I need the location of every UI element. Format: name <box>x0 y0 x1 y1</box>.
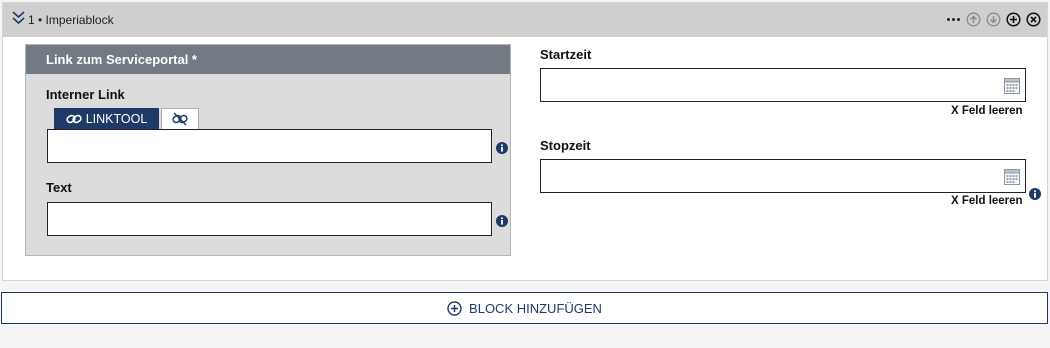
remove-icon[interactable] <box>1026 12 1041 27</box>
imperia-block: 1 • Imperiablock Link zum Serviceportal … <box>2 2 1048 281</box>
text-input[interactable] <box>47 202 492 236</box>
stop-time-label: Stopzeit <box>540 138 591 153</box>
add-block-label: BLOCK HINZUFÜGEN <box>469 300 602 316</box>
link-tabs: LINKTOOL <box>54 108 199 129</box>
more-icon[interactable] <box>946 12 961 27</box>
link-icon <box>66 114 82 123</box>
info-icon[interactable] <box>496 215 508 227</box>
tab-linktool-label: LINKTOOL <box>85 111 148 126</box>
text-label: Text <box>46 180 72 195</box>
tab-linktool[interactable]: LINKTOOL <box>54 108 159 129</box>
internal-link-input[interactable] <box>47 129 492 163</box>
calendar-icon[interactable] <box>1004 168 1020 185</box>
clear-stop-link[interactable]: X Feld leeren <box>951 195 1023 207</box>
add-block-button[interactable]: BLOCK HINZUFÜGEN <box>1 292 1048 324</box>
serviceportal-link-group: Link zum Serviceportal * Interner Link L… <box>25 44 511 256</box>
block-header: 1 • Imperiablock <box>3 3 1047 37</box>
internal-link-label: Interner Link <box>46 87 125 102</box>
collapse-chevron-icon[interactable] <box>12 11 25 25</box>
move-up-icon[interactable] <box>966 12 981 27</box>
move-down-icon[interactable] <box>986 12 1001 27</box>
add-icon[interactable] <box>1006 12 1021 27</box>
block-title: 1 • Imperiablock <box>28 13 114 27</box>
tab-unlink[interactable] <box>161 108 199 129</box>
stop-time-input[interactable] <box>540 159 1026 193</box>
link-group-title: Link zum Serviceportal * <box>26 45 510 74</box>
info-icon[interactable] <box>496 142 508 154</box>
block-actions <box>946 12 1041 27</box>
info-icon[interactable] <box>1029 188 1041 200</box>
unlink-icon <box>172 112 188 126</box>
start-time-input[interactable] <box>540 68 1026 102</box>
calendar-icon[interactable] <box>1004 77 1020 94</box>
add-circle-icon <box>447 300 462 316</box>
clear-start-link[interactable]: X Feld leeren <box>951 105 1023 117</box>
start-time-label: Startzeit <box>540 47 592 62</box>
